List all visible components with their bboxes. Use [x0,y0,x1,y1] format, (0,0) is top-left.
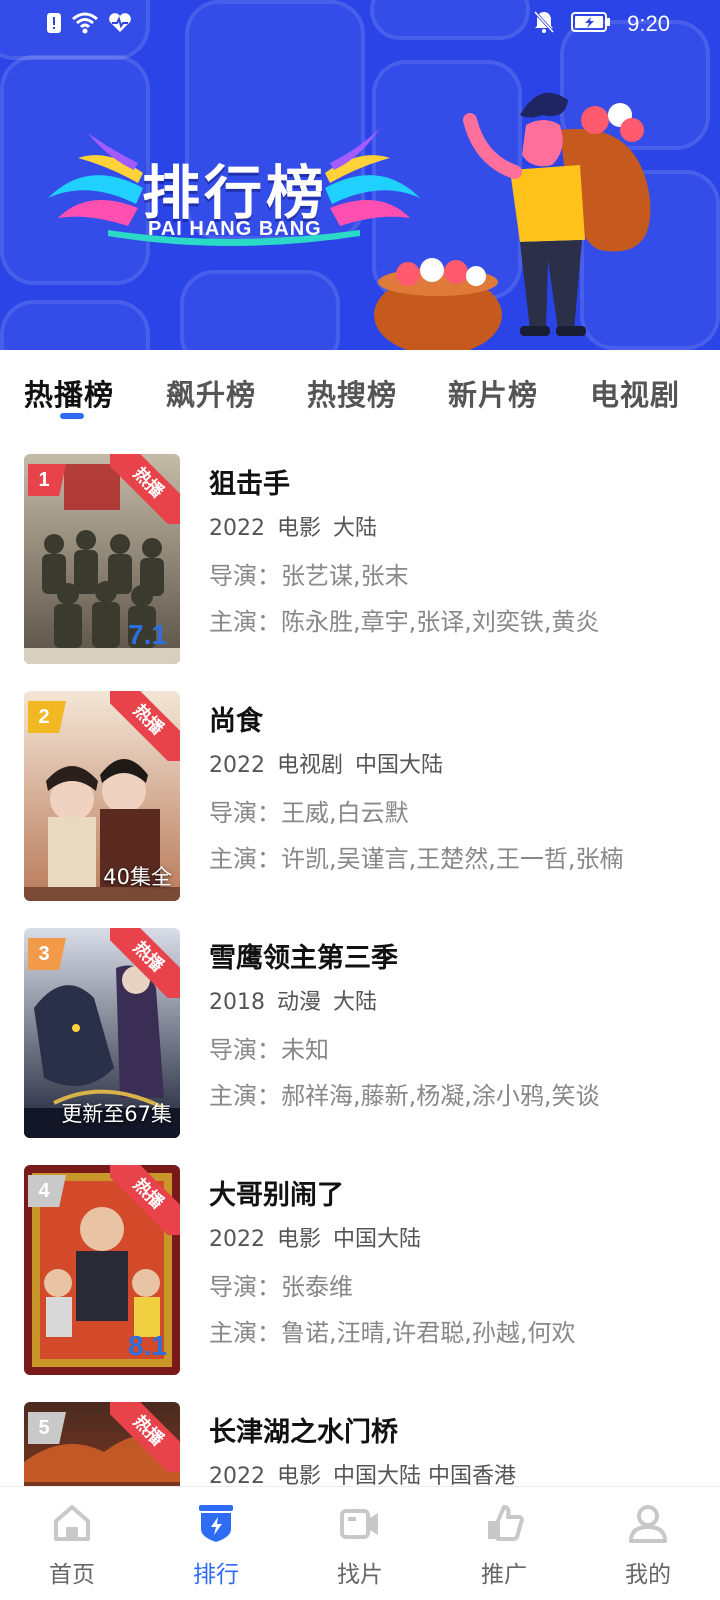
clock: 9:20 [627,11,670,36]
item-cast: 主演：陈永胜,章宇,张译,刘奕铁,黄炎 [209,608,600,636]
battery-icon [571,11,611,37]
item-type: 电影 [277,1227,322,1252]
nav-label: 推广 [481,1562,527,1588]
person-with-sack-illustration [370,60,670,350]
poster-image[interactable]: 8.1 4 热播 [24,1165,180,1375]
item-title[interactable]: 尚食 [209,699,263,738]
ranking-list: 7.1 1 热播 狙击手 2022 电影 大陆 导演：张艺谋,张末 主演：陈永胜,章… [0,440,720,1486]
item-year: 2022 [209,1227,265,1252]
alert-icon [46,12,62,38]
tab-new-release[interactable]: 新片榜 [448,372,538,414]
item-director: 导演：张艺谋,张末 [209,562,409,590]
nav-ranking[interactable]: 排行 [144,1487,288,1600]
thumbs-up-icon [484,1503,524,1543]
hot-tag: 热播 [110,454,180,524]
nav-mine[interactable]: 我的 [576,1487,720,1600]
home-icon [52,1503,92,1543]
nav-label: 我的 [625,1562,671,1588]
list-item[interactable]: 7.1 1 热播 狙击手 2022 电影 大陆 导演：张艺谋,张末 主演：陈永胜,章… [0,440,720,664]
item-meta: 2022 电影 中国大陆 [209,1221,433,1253]
item-region: 中国大陆 [333,1227,422,1252]
item-region: 中国大陆 [355,753,444,778]
item-director: 导演：未知 [209,1036,329,1064]
nav-label: 找片 [337,1562,383,1588]
item-region: 大陆 [333,990,378,1015]
item-type: 电影 [277,1464,322,1486]
item-title[interactable]: 雪鹰领主第三季 [209,936,398,975]
item-cast: 主演：许凯,吴谨言,王楚然,王一哲,张楠 [209,845,624,873]
svg-text:7.1: 7.1 [128,619,167,650]
poster-image[interactable]: 3 热播 更新至67集 [24,928,180,1138]
item-year: 2018 [209,990,265,1015]
item-type: 电视剧 [277,753,344,778]
hot-tag: 热播 [110,1165,180,1235]
item-region: 大陆 [333,516,378,541]
status-bar: 9:20 [0,0,720,48]
item-region: 中国大陆 中国香港 [333,1464,517,1486]
nav-label: 首页 [49,1562,95,1588]
banner-subtitle: PAI HANG BANG [148,218,322,240]
svg-text:8.1: 8.1 [128,1330,167,1361]
heart-rate-icon [108,12,132,38]
video-camera-icon [340,1503,380,1543]
tab-hot-search[interactable]: 热搜榜 [307,372,397,414]
poster-image[interactable]: 5 热播 [24,1402,180,1486]
nav-label: 排行 [193,1562,239,1588]
poster-image[interactable]: 7.1 1 热播 [24,454,180,664]
poster-image[interactable]: 2 热播 40集全 [24,691,180,901]
item-cast: 主演：郝祥海,藤新,杨凝,涂小鸦,笑谈 [209,1082,600,1110]
tab-hot-play[interactable]: 热播榜 [24,372,114,414]
hot-tag: 热播 [110,928,180,998]
ranking-logo: 排行榜 PAI HANG BANG [48,118,420,258]
nav-find[interactable]: 找片 [288,1487,432,1600]
item-title[interactable]: 大哥别闹了 [209,1173,344,1212]
item-director: 导演：王威,白云默 [209,799,409,827]
item-title[interactable]: 长津湖之水门桥 [209,1410,398,1449]
episode-count: 40集全 [103,865,172,889]
hot-tag: 热播 [110,691,180,761]
item-meta: 2022 电影 中国大陆 中国香港 [209,1458,528,1486]
tab-rising[interactable]: 飙升榜 [166,372,256,414]
list-item[interactable]: 8.1 4 热播 大哥别闹了 2022 电影 中国大陆 导演：张泰维 主演：鲁诺,汪… [0,1151,720,1375]
ranking-shield-icon [196,1503,236,1543]
wifi-icon [72,12,98,38]
item-meta: 2022 电影 大陆 [209,510,389,542]
banner: 9:20 排行榜 PAI HANG BANG [0,0,720,350]
nav-home[interactable]: 首页 [0,1487,144,1600]
hot-tag: 热播 [110,1402,180,1472]
item-cast: 主演：鲁诺,汪晴,许君聪,孙越,何欢 [209,1319,576,1347]
item-meta: 2018 动漫 大陆 [209,984,389,1016]
item-title[interactable]: 狙击手 [209,462,290,501]
person-icon [628,1503,668,1543]
item-year: 2022 [209,516,265,541]
bottom-navigation: 首页 排行 找片 推广 我的 [0,1486,720,1600]
item-type: 电影 [277,516,322,541]
episode-count: 更新至67集 [61,1102,172,1126]
item-type: 动漫 [277,990,322,1015]
ranking-screen: 9:20 排行榜 PAI HANG BANG 热播榜 飙升榜 热搜榜 新片榜 电… [0,0,720,1600]
list-item[interactable]: 2 热播 40集全 尚食 2022 电视剧 中国大陆 导演：王威,白云默 主演：许凯… [0,677,720,901]
list-item[interactable]: 3 热播 更新至67集 雪鹰领主第三季 2018 动漫 大陆 导演：未知 主演：郝祥… [0,914,720,1138]
list-item[interactable]: 5 热播 长津湖之水门桥 2022 电影 中国大陆 中国香港 [0,1388,720,1486]
active-tab-indicator [60,413,84,419]
item-year: 2022 [209,753,265,778]
mute-bell-icon [533,10,555,38]
tab-tv-series[interactable]: 电视剧 [590,372,680,414]
item-director: 导演：张泰维 [209,1273,353,1301]
item-meta: 2022 电视剧 中国大陆 [209,747,455,779]
nav-promote[interactable]: 推广 [432,1487,576,1600]
item-year: 2022 [209,1464,265,1486]
